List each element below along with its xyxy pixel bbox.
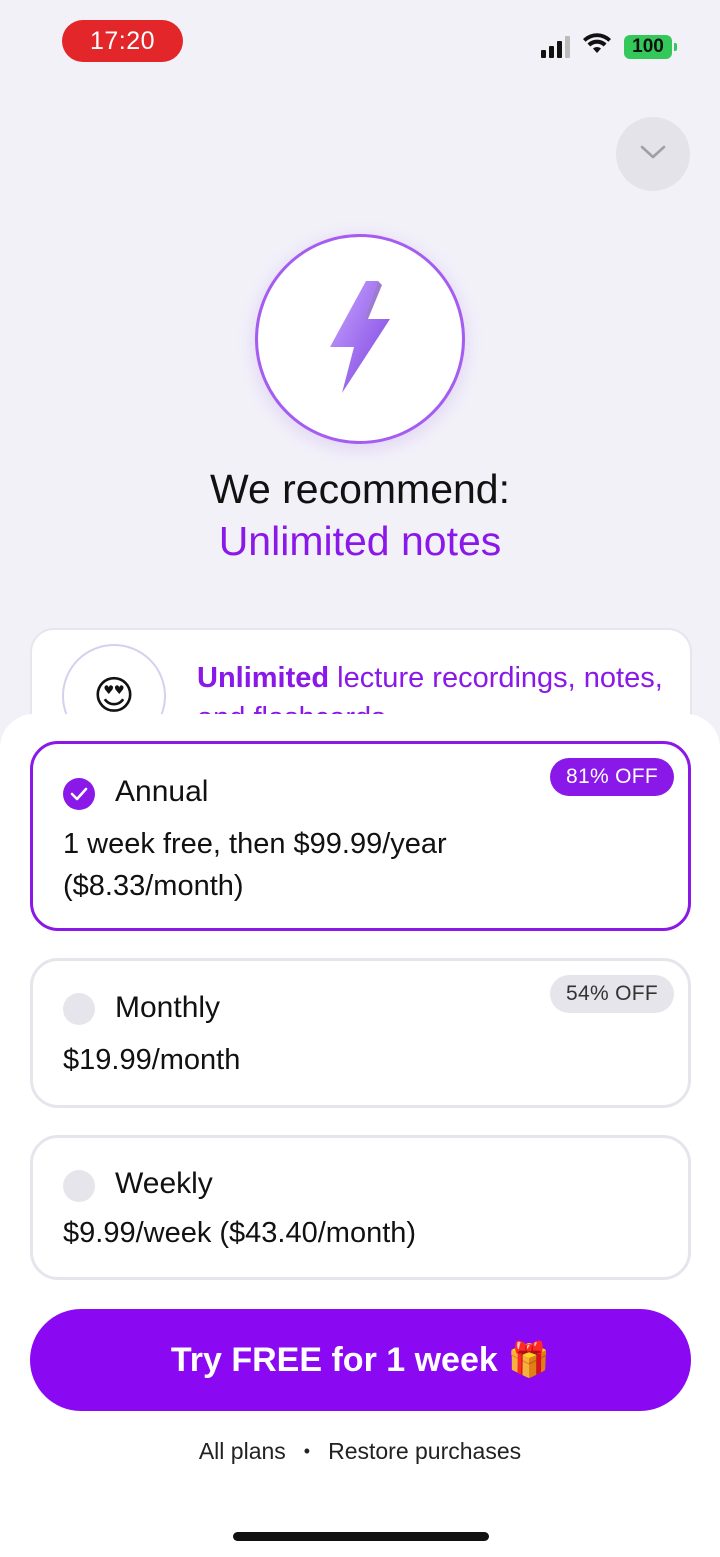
plan-price: $9.99/week ($43.40/month) [63,1217,417,1249]
headline-line-2: Unlimited notes [218,518,502,564]
plan-price: 1 week free, then $99.99/year ($8.33/mon… [63,823,447,907]
plan-name: Monthly [115,991,221,1024]
signal-icon [541,35,570,58]
plan-price-line-1: 1 week free, then $99.99/year [63,828,447,860]
discount-badge: 54% OFF [550,975,674,1013]
dismiss-button[interactable] [616,117,690,191]
plan-option-monthly[interactable]: Monthly $19.99/month 54% OFF [30,958,691,1108]
hero-badge [255,234,465,444]
restore-purchases-link[interactable]: Restore purchases [328,1438,521,1465]
cta-label: Try FREE for 1 week [170,1340,498,1379]
discount-badge: 81% OFF [550,758,674,796]
lightning-bolt-icon [320,277,400,402]
radio-unchecked-icon [63,993,95,1025]
battery-indicator: 100 [624,34,677,59]
start-trial-button[interactable]: Try FREE for 1 week 🎁 [30,1309,691,1411]
headline-line-1: We recommend: [209,466,510,512]
wifi-icon [582,32,612,61]
plan-option-weekly[interactable]: Weekly $9.99/week ($43.40/month) [30,1135,691,1280]
radio-unchecked-icon [63,1170,95,1202]
plan-name: Annual [115,775,209,808]
home-indicator[interactable] [233,1532,489,1541]
plan-option-annual[interactable]: Annual 1 week free, then $99.99/year ($8… [30,741,691,931]
gift-icon: 🎁 [507,1341,551,1379]
feature-text-bold: Unlimited [197,662,330,694]
status-icons: 100 [541,32,677,61]
status-time: 17:20 [62,20,183,62]
radio-checked-icon [63,778,95,810]
separator-dot: • [303,1441,311,1461]
plan-price: $19.99/month [63,1044,241,1076]
plan-name: Weekly [115,1167,213,1200]
plan-price-line-2: ($8.33/month) [63,870,244,902]
footer-links: All plans • Restore purchases [0,1438,720,1465]
chevron-down-icon [639,144,667,165]
all-plans-link[interactable]: All plans [199,1438,286,1465]
